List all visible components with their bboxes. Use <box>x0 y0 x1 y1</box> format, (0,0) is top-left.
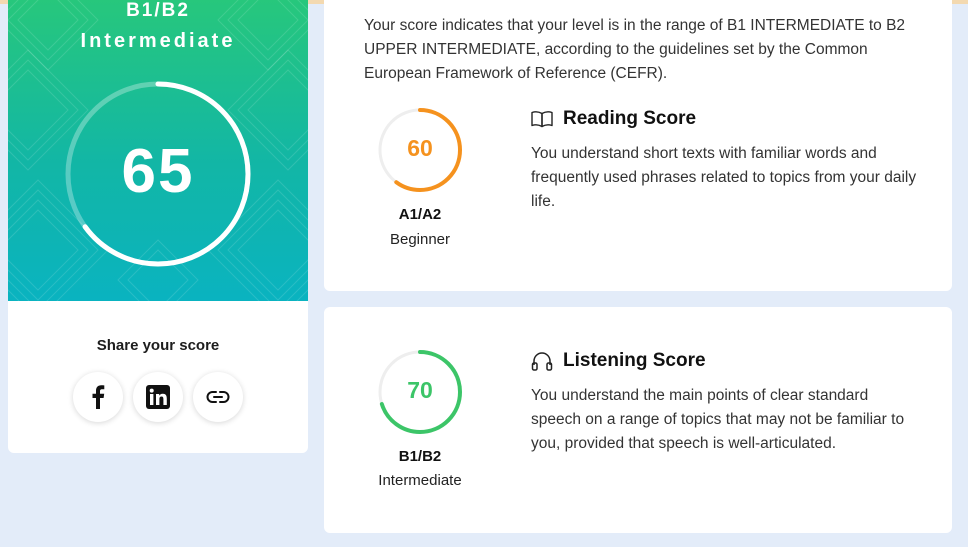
overall-score-banner: B1/B2 Intermediate 65 <box>8 0 308 301</box>
listening-score-description: You understand the main points of clear … <box>531 387 905 452</box>
reading-level-name: Beginner <box>389 231 451 248</box>
reading-level-code: A1/A2 <box>398 206 442 223</box>
reading-score-value: 60 <box>407 135 433 161</box>
book-icon <box>531 108 557 130</box>
facebook-icon <box>92 385 105 409</box>
reading-score-description: You understand short texts with familiar… <box>531 145 917 210</box>
share-title: Share your score <box>96 337 220 354</box>
share-linkedin-button[interactable] <box>133 372 183 422</box>
listening-level-name: Intermediate <box>378 472 462 489</box>
share-facebook-button[interactable] <box>73 372 123 422</box>
overall-level-name: Intermediate <box>80 30 236 52</box>
reading-score-title-text: Reading Score <box>563 108 697 129</box>
headphones-icon <box>531 350 557 372</box>
reading-score-title: Reading Score <box>531 108 696 130</box>
overall-score-value: 65 <box>121 137 195 206</box>
overall-score-card: B1/B2 Intermediate 65 Share your score <box>8 0 308 453</box>
listening-score-title: Listening Score <box>531 350 706 372</box>
reading-score-card: Your score indicates that your level is … <box>324 0 952 291</box>
share-link-button[interactable] <box>193 372 243 422</box>
listening-score-card: 70 B1/B2 Intermediate Listening Score Yo… <box>324 307 952 533</box>
listening-score-title-text: Listening Score <box>563 350 706 371</box>
link-icon <box>206 391 230 403</box>
listening-score-value: 70 <box>407 377 433 403</box>
linkedin-icon <box>146 385 170 409</box>
level-summary-text: Your score indicates that your level is … <box>364 17 906 82</box>
listening-level-code: B1/B2 <box>398 448 442 465</box>
overall-level-code: B1/B2 <box>126 0 190 21</box>
